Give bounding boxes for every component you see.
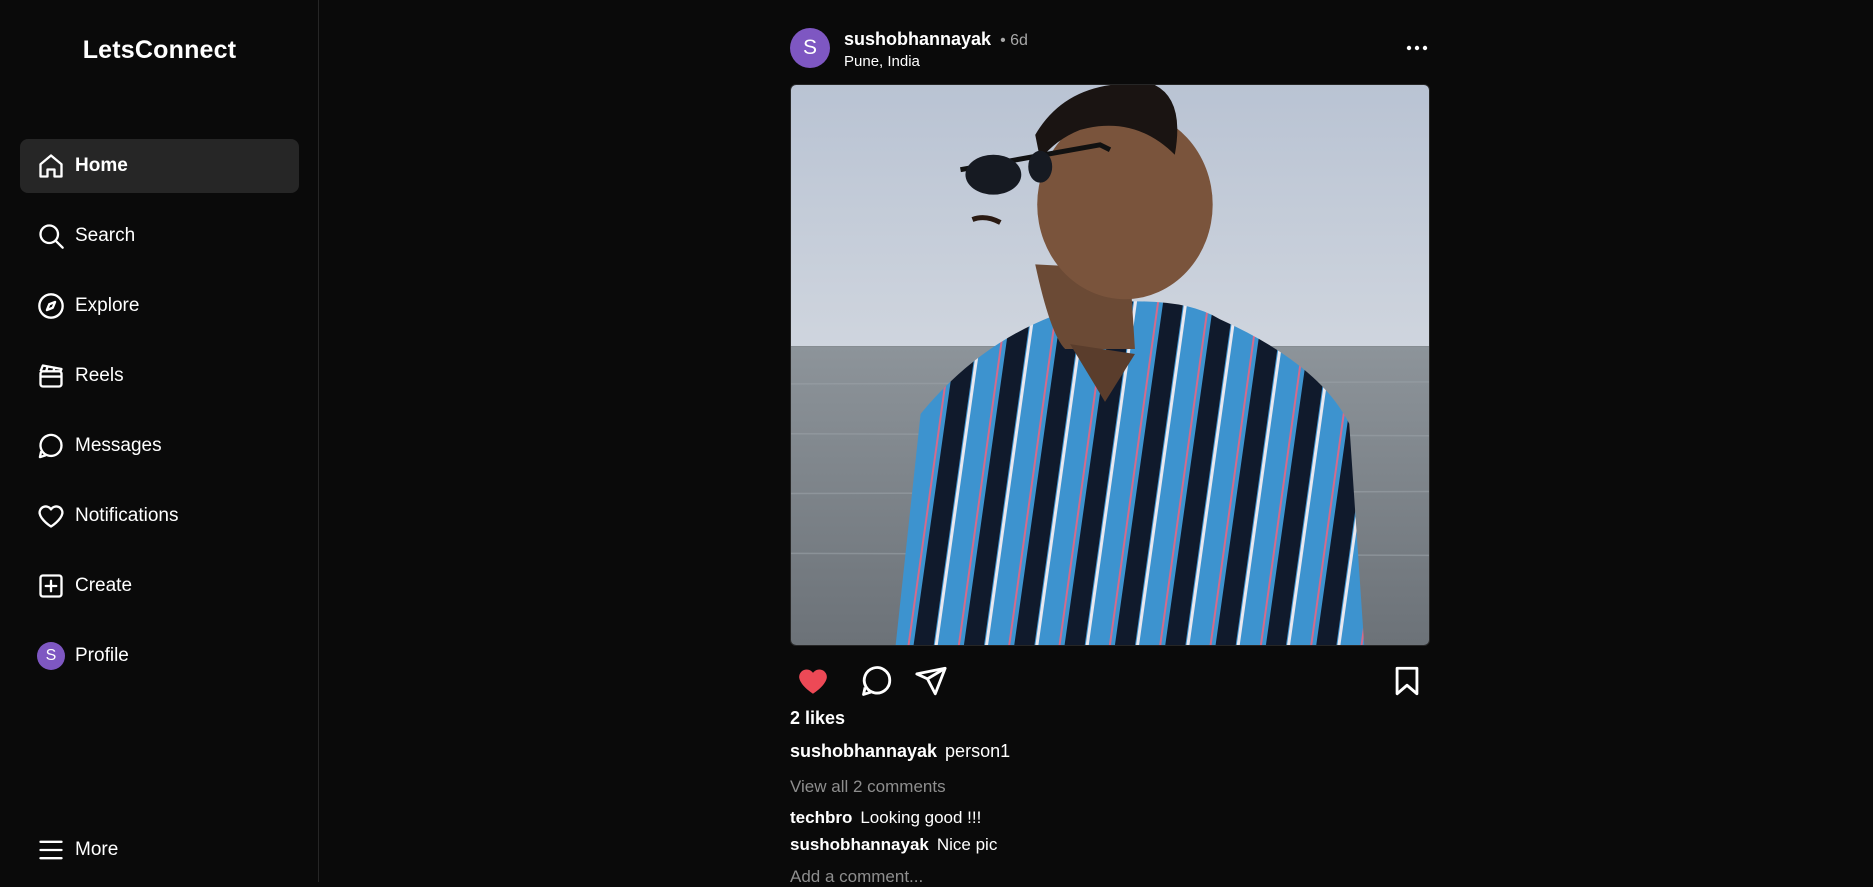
sidebar-item-label: Home bbox=[75, 155, 128, 176]
comment-button[interactable] bbox=[860, 664, 894, 698]
sidebar-item-notifications[interactable]: Notifications bbox=[20, 489, 299, 543]
message-icon bbox=[36, 431, 66, 461]
send-icon bbox=[915, 666, 947, 696]
search-icon bbox=[36, 221, 66, 251]
bookmark-icon bbox=[1395, 666, 1419, 696]
sidebar-item-label: Reels bbox=[75, 365, 124, 386]
avatar[interactable]: S bbox=[790, 28, 830, 68]
post-header: S sushobhannayak • 6d Pune, India bbox=[790, 28, 1430, 72]
reels-icon bbox=[36, 361, 66, 391]
caption-username[interactable]: sushobhannayak bbox=[790, 741, 937, 761]
view-all-comments-link[interactable]: View all 2 comments bbox=[790, 777, 946, 797]
like-button[interactable] bbox=[796, 664, 830, 698]
comment-item: sushobhannayak Nice pic bbox=[790, 835, 997, 855]
sidebar-item-home[interactable]: Home bbox=[20, 139, 299, 193]
likes-count[interactable]: 2 likes bbox=[790, 708, 845, 729]
home-icon bbox=[36, 151, 66, 181]
heart-filled-icon bbox=[799, 669, 827, 694]
sidebar-item-label: Explore bbox=[75, 295, 140, 316]
post-username-row: sushobhannayak • 6d bbox=[844, 29, 1028, 50]
comment-username[interactable]: sushobhannayak bbox=[790, 835, 929, 854]
menu-icon bbox=[36, 835, 66, 865]
post-caption: sushobhannayak person1 bbox=[790, 741, 1010, 762]
sidebar-item-more[interactable]: More bbox=[20, 823, 299, 877]
sidebar-item-label: Search bbox=[75, 225, 136, 246]
sidebar-item-explore[interactable]: Explore bbox=[20, 279, 299, 333]
post-username[interactable]: sushobhannayak bbox=[844, 29, 991, 49]
profile-avatar: S bbox=[36, 641, 66, 671]
post-image[interactable] bbox=[790, 84, 1430, 646]
sidebar-item-create[interactable]: Create bbox=[20, 559, 299, 613]
post-time: • 6d bbox=[1000, 32, 1028, 49]
save-button[interactable] bbox=[1390, 664, 1424, 698]
plus-square-icon bbox=[36, 571, 66, 601]
post-actions bbox=[790, 664, 1430, 700]
sidebar-item-label: More bbox=[75, 839, 119, 860]
comment-username[interactable]: techbro bbox=[790, 808, 852, 827]
sidebar-item-label: Messages bbox=[75, 435, 162, 456]
brand-logo[interactable]: LetsConnect bbox=[0, 36, 319, 65]
comment-item: techbro Looking good !!! bbox=[790, 808, 981, 828]
compass-icon bbox=[36, 291, 66, 321]
avatar: S bbox=[37, 642, 65, 670]
share-button[interactable] bbox=[914, 664, 948, 698]
post-location[interactable]: Pune, India bbox=[844, 53, 920, 70]
sidebar-item-label: Create bbox=[75, 575, 133, 596]
heart-icon bbox=[36, 501, 66, 531]
comment-text: Nice pic bbox=[936, 835, 998, 854]
sidebar-item-label: Profile bbox=[75, 645, 129, 666]
sidebar-item-reels[interactable]: Reels bbox=[20, 349, 299, 403]
post-photo bbox=[791, 85, 1429, 645]
sidebar: LetsConnect Home Search Explore Reels Me… bbox=[0, 0, 319, 882]
caption-text: person1 bbox=[945, 741, 1011, 761]
comment-icon bbox=[862, 666, 892, 696]
add-comment-input[interactable]: Add a comment... bbox=[790, 867, 923, 887]
sidebar-item-messages[interactable]: Messages bbox=[20, 419, 299, 473]
sidebar-item-search[interactable]: Search bbox=[20, 209, 299, 263]
sidebar-item-profile[interactable]: S Profile bbox=[20, 629, 299, 683]
comment-text: Looking good !!! bbox=[860, 808, 982, 827]
sidebar-item-label: Notifications bbox=[75, 505, 179, 526]
more-options-icon[interactable] bbox=[1404, 38, 1430, 58]
